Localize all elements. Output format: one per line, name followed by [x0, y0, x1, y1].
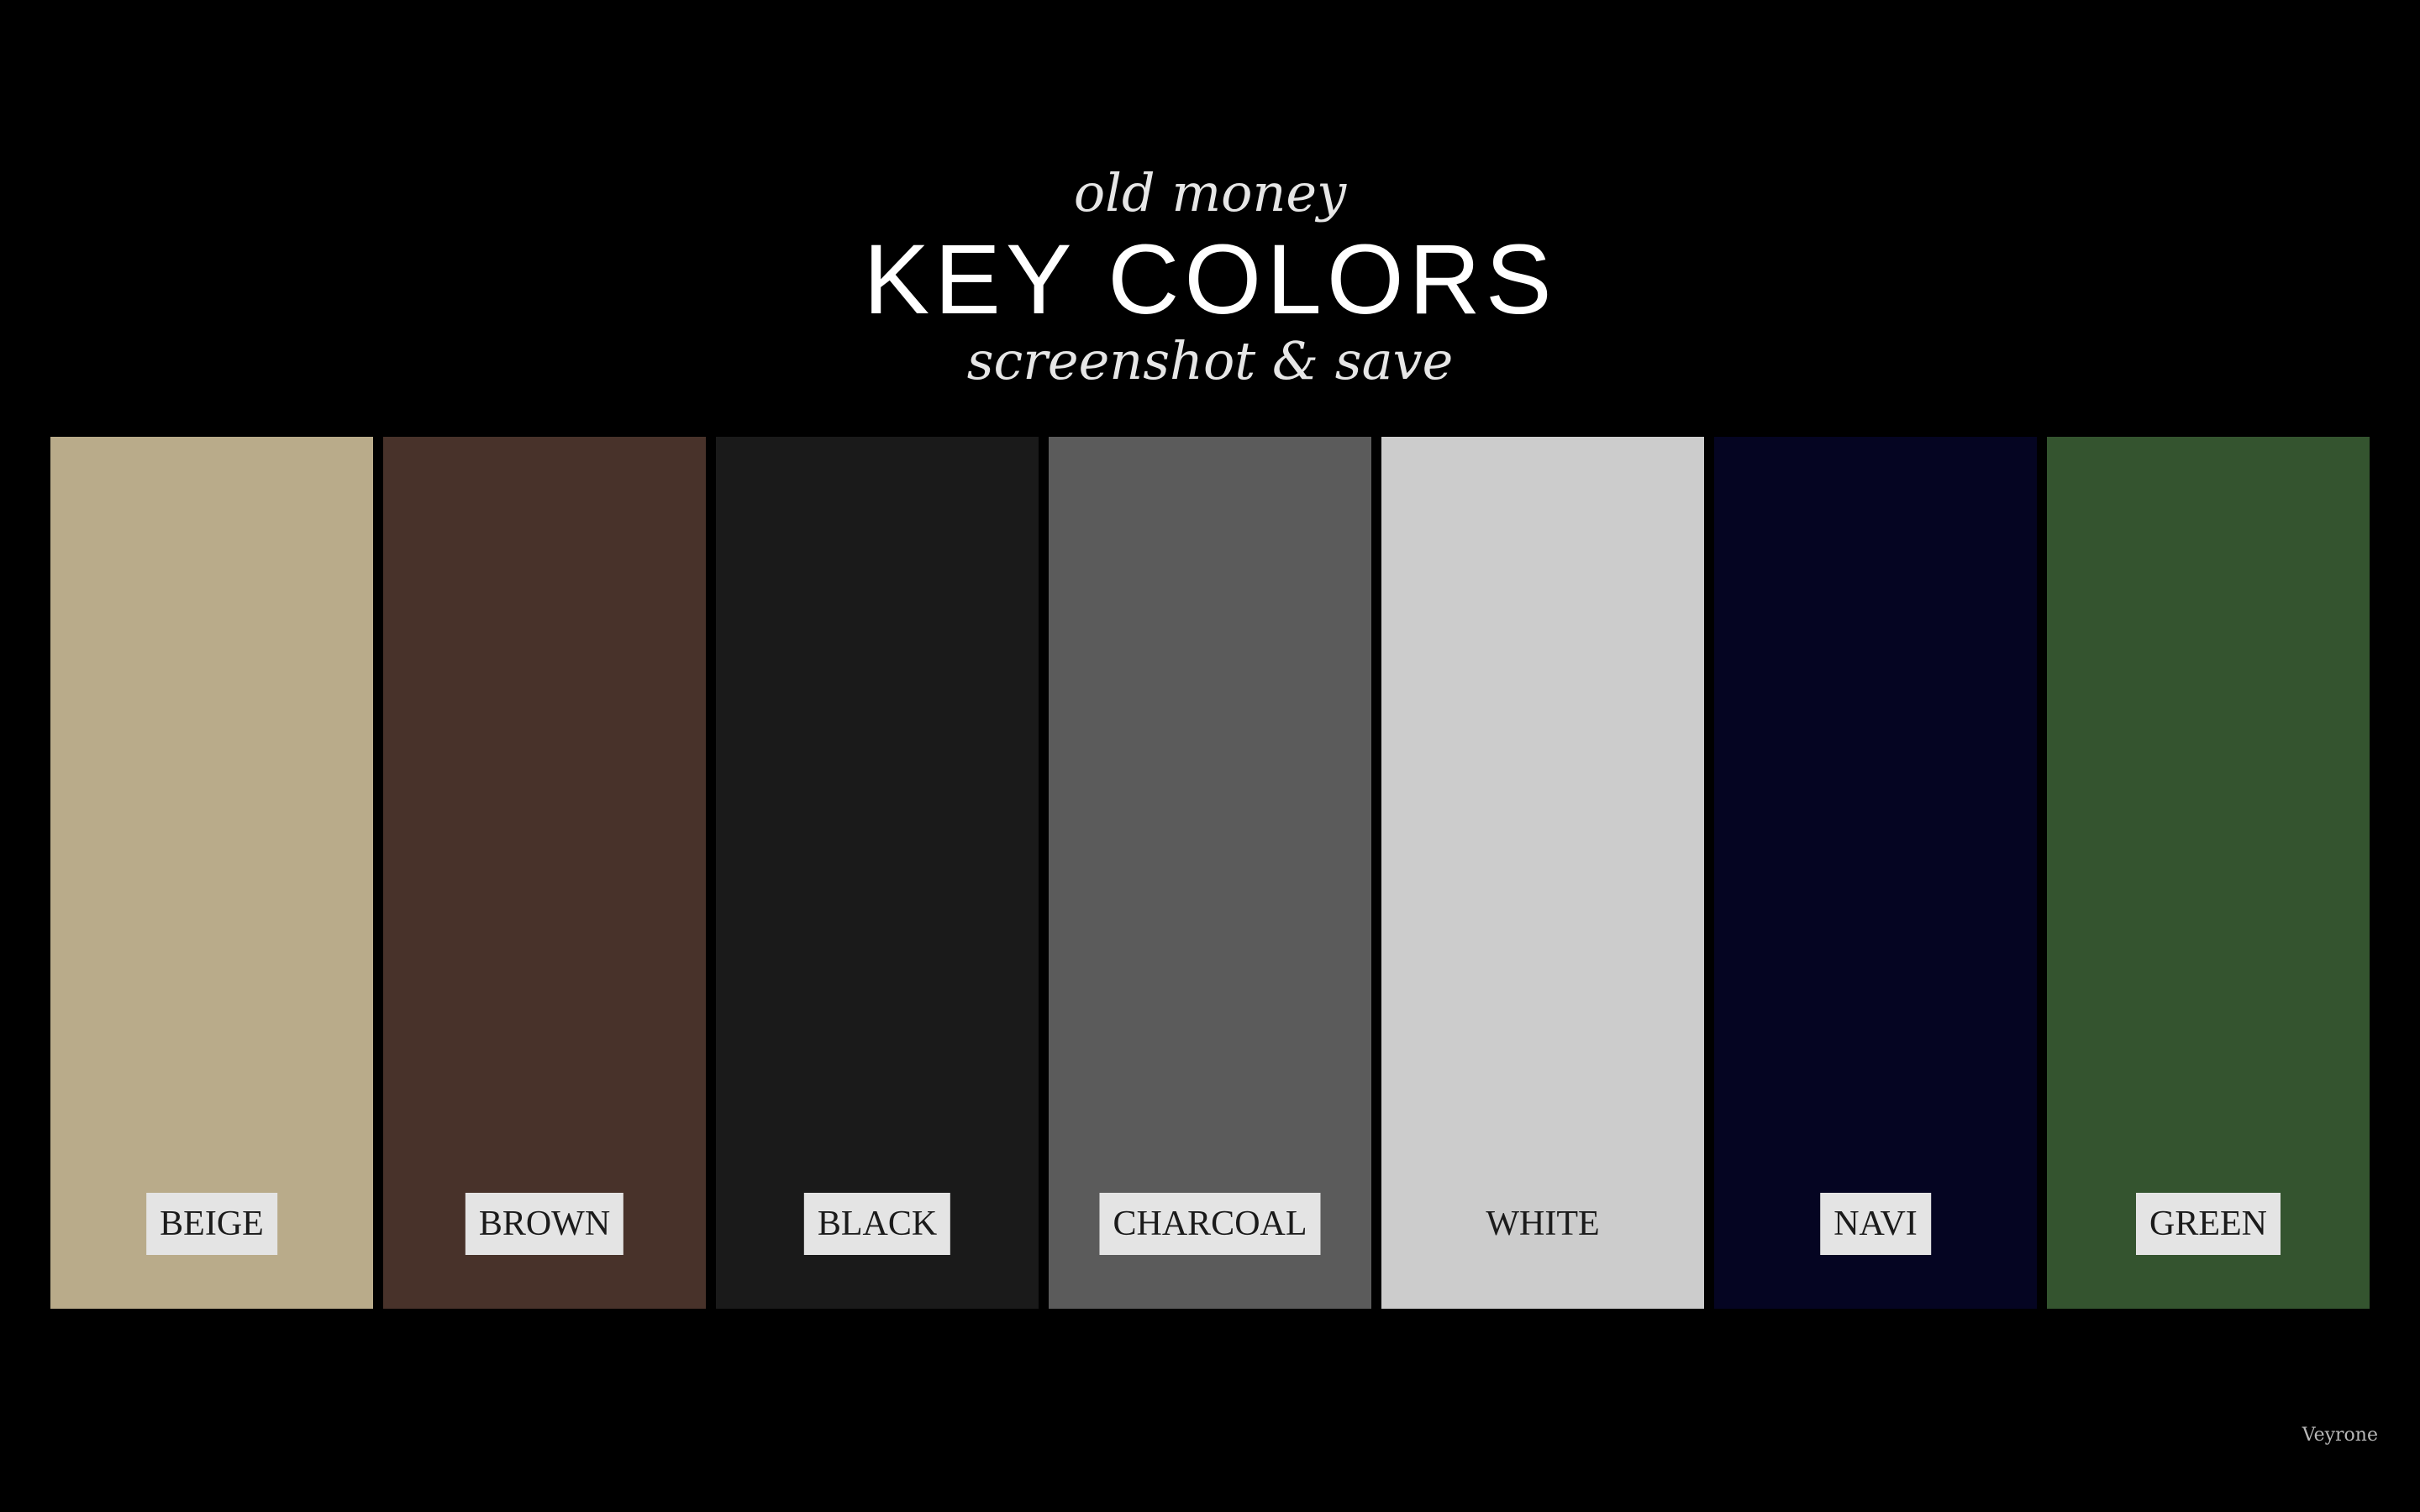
swatch-beige: BEIGE	[50, 437, 373, 1309]
swatch-label: BROWN	[465, 1193, 624, 1255]
swatch-label: BLACK	[803, 1193, 951, 1255]
swatch-navi: NAVI	[1714, 437, 2037, 1309]
swatch-white: WHITE	[1381, 437, 1704, 1309]
swatch-label: GREEN	[2136, 1193, 2281, 1255]
swatch-label: CHARCOAL	[1099, 1193, 1321, 1255]
swatch-label: NAVI	[1820, 1193, 1931, 1255]
tagline-text: screenshot & save	[966, 330, 1454, 391]
swatch-label: WHITE	[1486, 1205, 1600, 1243]
watermark-text: Veyrone	[2302, 1425, 2378, 1446]
page-title: KEY COLORS	[863, 224, 1557, 335]
color-swatches: BEIGE BROWN BLACK CHARCOAL WHITE NAVI GR…	[0, 437, 2420, 1310]
swatch-charcoal: CHARCOAL	[1049, 437, 1371, 1309]
kicker-text: old money	[1073, 162, 1347, 223]
swatch-green: GREEN	[2047, 437, 2370, 1309]
header: old money KEY COLORS screenshot & save	[0, 0, 2420, 420]
swatch-black: BLACK	[716, 437, 1039, 1309]
swatch-label: BEIGE	[146, 1193, 277, 1255]
swatch-brown: BROWN	[383, 437, 706, 1309]
